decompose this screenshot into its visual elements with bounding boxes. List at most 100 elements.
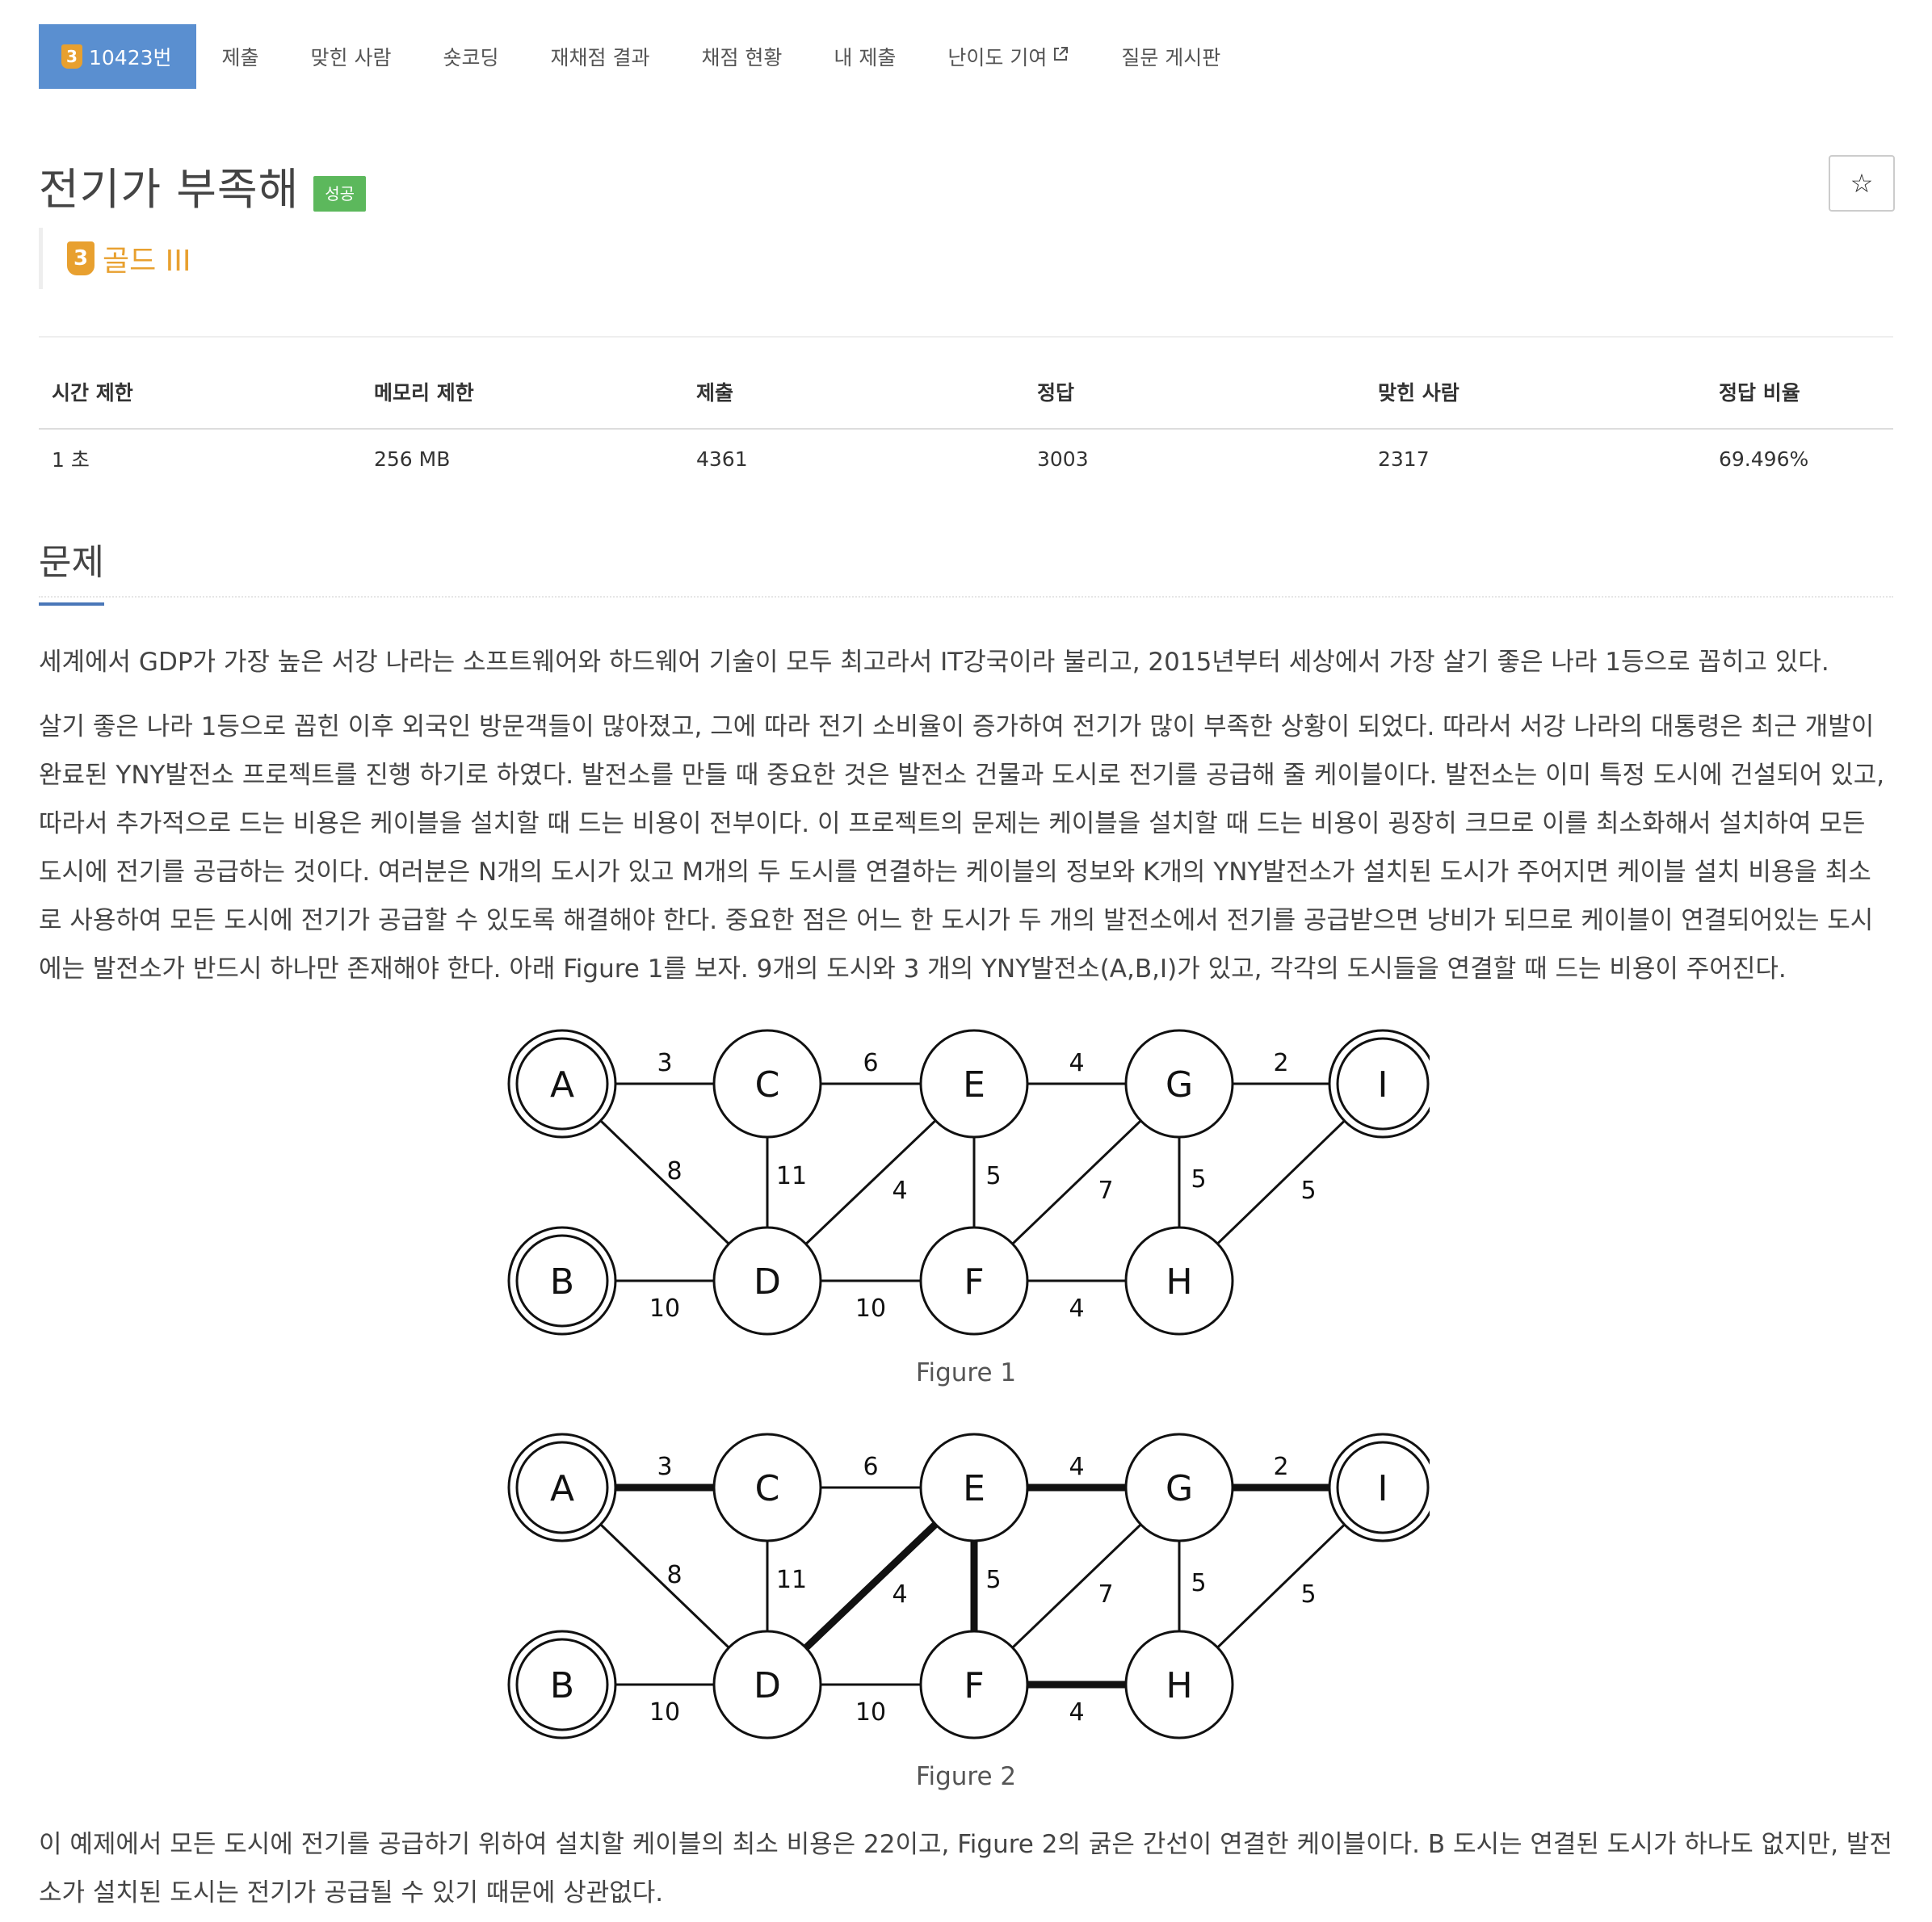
edge-weight-label: 4	[1069, 1453, 1084, 1481]
graph-node-E: E	[919, 1029, 1029, 1139]
problem-description-footer: 이 예제에서 모든 도시에 전기를 공급하기 위하여 설치할 케이블의 최소 비…	[39, 1820, 1893, 1917]
edge-weight-label: 3	[657, 1453, 672, 1481]
figure-2-graph: 3 6 4 2 8 11 4 5 7 5 5 10 10 4 A B C D E F G H I	[507, 1433, 1430, 1739]
graph-node-A: A	[507, 1029, 617, 1139]
edge-weight-label: 8	[666, 1561, 682, 1589]
tab-difficulty-label: 난이도 기여	[947, 46, 1048, 69]
value-submissions[interactable]: 4361	[683, 429, 1024, 488]
edge-weight-label: 5	[1191, 1165, 1206, 1194]
node-label: B	[550, 1665, 574, 1706]
table-header-row: 시간 제한 메모리 제한 제출 정답 맞힌 사람 정답 비율	[39, 371, 1893, 430]
node-label: I	[1378, 1064, 1388, 1106]
divider	[39, 336, 1893, 338]
header-accepted: 정답	[1024, 371, 1365, 430]
tab-submit[interactable]: 제출	[196, 24, 285, 89]
problem-number: 10423번	[89, 46, 172, 69]
graph-node-C: C	[712, 1029, 822, 1139]
problem-paragraph: 이 예제에서 모든 도시에 전기를 공급하기 위하여 설치할 케이블의 최소 비…	[39, 1830, 1892, 1907]
header-solved-users: 맞힌 사람	[1365, 371, 1706, 430]
edge-weight-label: 10	[855, 1698, 886, 1727]
tab-short-coding[interactable]: 숏코딩	[418, 24, 525, 89]
figure-2-caption: Figure 2	[915, 1762, 1017, 1791]
edge-weight-label: 3	[657, 1049, 672, 1077]
edge-weight-label: 11	[776, 1162, 807, 1190]
tab-rejudge-results[interactable]: 재채점 결과	[525, 24, 676, 89]
graph-node-G: G	[1124, 1433, 1234, 1542]
tab-my-submissions[interactable]: 내 제출	[808, 24, 922, 89]
node-label: F	[964, 1261, 984, 1303]
section-title: 문제	[39, 533, 104, 606]
node-label: D	[754, 1261, 781, 1303]
edge-weight-label: 6	[863, 1453, 878, 1481]
graph-node-F: F	[919, 1630, 1029, 1739]
graph-node-H: H	[1124, 1226, 1234, 1336]
edge-weight-label: 5	[1191, 1569, 1206, 1597]
node-label: F	[964, 1665, 984, 1706]
gold-tier-icon: 3	[67, 241, 94, 275]
node-label: G	[1166, 1064, 1193, 1106]
node-label: G	[1166, 1468, 1193, 1509]
graph-node-C: C	[712, 1433, 822, 1542]
value-time-limit: 1 초	[52, 448, 90, 472]
graph-node-I: I	[1328, 1029, 1430, 1139]
header-time-limit: 시간 제한	[39, 371, 361, 430]
edge-weight-label: 5	[985, 1566, 1001, 1594]
problem-paragraph: 살기 좋은 나라 1등으로 꼽힌 이후 외국인 방문객들이 많아졌고, 그에 따…	[39, 712, 1885, 984]
tier-block: 3 골드 III	[39, 228, 191, 289]
node-label: I	[1378, 1468, 1388, 1509]
graph-node-D: D	[712, 1630, 822, 1739]
node-label: E	[963, 1064, 985, 1106]
problem-page: { "nav": { "tier_badge": "3", "problem_n…	[0, 0, 1932, 1922]
graph-node-F: F	[919, 1226, 1029, 1336]
edge-weight-label: 4	[1069, 1295, 1084, 1323]
value-memory-limit: 256 MB	[374, 447, 451, 471]
edge-weight-label: 5	[1300, 1580, 1316, 1609]
graph-node-G: G	[1124, 1029, 1234, 1139]
edge-weight-label: 2	[1273, 1453, 1288, 1481]
value-accepted: 3003	[1037, 447, 1089, 471]
external-link-icon	[1052, 45, 1069, 68]
edge-weight-label: 7	[1098, 1580, 1113, 1609]
graph-node-B: B	[507, 1630, 617, 1739]
star-icon: ☆	[1850, 168, 1874, 199]
node-label: C	[755, 1468, 780, 1509]
node-label: D	[754, 1665, 781, 1706]
edge-weight-label: 4	[892, 1177, 907, 1205]
section-divider	[39, 596, 1893, 598]
node-label: A	[550, 1468, 574, 1509]
value-solved-users[interactable]: 2317	[1365, 429, 1706, 488]
edge-weight-label: 4	[1069, 1049, 1084, 1077]
edge-weight-label: 10	[649, 1698, 680, 1727]
graph-node-E: E	[919, 1433, 1029, 1542]
figure-1-graph: 3 6 4 2 8 11 4 5 7 5 5 10 10 4 A B C D E F G H I	[507, 1029, 1430, 1336]
tier-label[interactable]: 골드 III	[103, 237, 191, 279]
node-label: B	[550, 1261, 574, 1303]
value-accept-ratio: 69.496%	[1719, 447, 1809, 471]
header-submissions: 제출	[683, 371, 1024, 430]
node-label: C	[755, 1064, 780, 1106]
star-button[interactable]: ☆	[1829, 155, 1895, 212]
node-label: A	[550, 1064, 574, 1106]
problem-title: 전기가 부족해	[39, 164, 300, 215]
problem-paragraph: 세계에서 GDP가 가장 높은 서강 나라는 소프트웨어와 하드웨어 기술이 모…	[39, 648, 1829, 677]
edge-weight-label: 10	[855, 1295, 886, 1323]
graph-node-D: D	[712, 1226, 822, 1336]
node-label: H	[1166, 1261, 1192, 1303]
edge-weight-label: 2	[1273, 1049, 1288, 1077]
tab-question-board[interactable]: 질문 게시판	[1095, 24, 1246, 89]
tab-solved-users[interactable]: 맞힌 사람	[285, 24, 418, 89]
problem-nav: 3 10423번 제출 맞힌 사람 숏코딩 재채점 결과 채점 현황 내 제출 …	[39, 24, 1246, 89]
edge-weight-label: 10	[649, 1295, 680, 1323]
tab-difficulty-contribution[interactable]: 난이도 기여	[922, 24, 1095, 89]
edge-weight-label: 6	[863, 1049, 878, 1077]
node-label: H	[1166, 1665, 1192, 1706]
tab-status[interactable]: 채점 현황	[675, 24, 808, 89]
figure-1-caption: Figure 1	[915, 1358, 1017, 1387]
header-memory-limit: 메모리 제한	[361, 371, 683, 430]
problem-info-table: 시간 제한 메모리 제한 제출 정답 맞힌 사람 정답 비율 1 초 256 M…	[39, 371, 1893, 488]
edge-weight-label: 4	[892, 1580, 907, 1609]
node-label: E	[963, 1468, 985, 1509]
edge-weight-label: 4	[1069, 1698, 1084, 1727]
tab-problem[interactable]: 3 10423번	[39, 24, 196, 89]
gold-tier-icon: 3	[61, 44, 82, 69]
